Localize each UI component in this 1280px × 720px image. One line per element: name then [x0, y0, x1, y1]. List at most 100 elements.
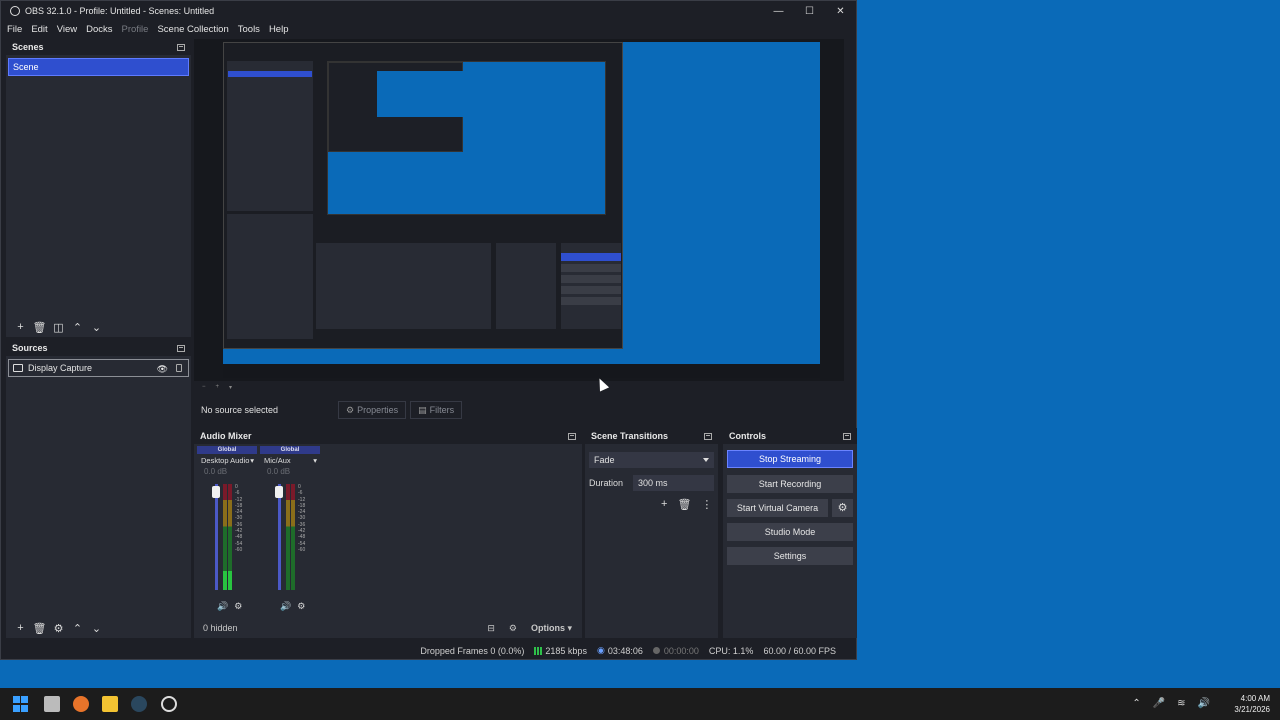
- remove-scene-button[interactable]: 🗑: [31, 321, 48, 334]
- lock-icon[interactable]: [176, 364, 182, 372]
- bitrate-indicator: 2185 kbps: [534, 646, 587, 656]
- mute-speaker-icon[interactable]: 🔊: [217, 601, 228, 612]
- menu-help[interactable]: Help: [269, 24, 289, 35]
- virtual-camera-settings-gear-icon[interactable]: ⚙: [832, 499, 853, 517]
- monitor-icon: [13, 364, 23, 372]
- mixer-options-button[interactable]: Options ▾: [531, 623, 572, 634]
- channel-name[interactable]: Desktop Audio ▾: [197, 454, 257, 465]
- scale-tick: -48: [298, 534, 306, 541]
- channel-settings-gear-icon[interactable]: ⚙: [297, 601, 305, 612]
- channel-global-badge: Global: [197, 446, 257, 454]
- channel-volume-db: 0.0 dB: [267, 467, 291, 476]
- move-source-down-button[interactable]: ⌄: [88, 622, 105, 635]
- scale-dropdown-chevron-icon[interactable]: ▾: [229, 384, 232, 391]
- undock-icon[interactable]: [177, 344, 185, 352]
- microphone-icon[interactable]: 🎤: [1153, 698, 1165, 709]
- zoom-in-button[interactable]: +: [216, 384, 220, 390]
- firefox-icon[interactable]: [73, 696, 89, 712]
- windows-start-icon[interactable]: [13, 696, 29, 712]
- status-bar: Dropped Frames 0 (0.0%) 2185 kbps ◉ 03:48…: [1, 641, 858, 660]
- scenes-title: Scenes: [12, 42, 44, 52]
- clock-date: 3/21/2026: [1234, 705, 1270, 714]
- volume-slider-knob[interactable]: [275, 486, 283, 498]
- volume-meter: 0 -6 -12 -18 -24 -30 -36 -42 -48 -54 -60: [274, 484, 314, 594]
- volume-slider-track[interactable]: [278, 484, 281, 590]
- nested-taskbar: [223, 364, 820, 378]
- task-view-icon[interactable]: [44, 696, 60, 712]
- hidden-count: 0 hidden: [203, 623, 238, 633]
- wifi-icon[interactable]: ≋: [1177, 698, 1185, 709]
- menu-edit[interactable]: Edit: [31, 24, 47, 35]
- remove-source-button[interactable]: 🗑: [31, 622, 48, 635]
- maximize-button[interactable]: ☐: [794, 1, 825, 21]
- mixer-channel-desktop-audio: Global Desktop Audio ▾ 0.0 dB 0 -6 -12 -…: [197, 446, 257, 616]
- chevron-down-icon: [703, 458, 709, 462]
- move-scene-up-button[interactable]: ⌃: [69, 321, 86, 334]
- title-bar[interactable]: OBS 32.1.0 - Profile: Untitled - Scenes:…: [1, 1, 856, 21]
- undock-icon[interactable]: [843, 432, 851, 440]
- settings-button[interactable]: Settings: [727, 547, 853, 565]
- chevron-down-icon[interactable]: ▾: [313, 456, 317, 465]
- stop-streaming-button[interactable]: Stop Streaming: [727, 450, 853, 468]
- file-explorer-icon[interactable]: [102, 696, 118, 712]
- mute-speaker-icon[interactable]: 🔊: [280, 601, 291, 612]
- steam-icon[interactable]: [131, 696, 147, 712]
- volume-slider-track[interactable]: [215, 484, 218, 590]
- undock-icon[interactable]: [704, 432, 712, 440]
- start-recording-button[interactable]: Start Recording: [727, 475, 853, 493]
- minimize-button[interactable]: —: [763, 1, 794, 21]
- add-scene-button[interactable]: +: [12, 321, 29, 333]
- advanced-audio-icon[interactable]: ⚙: [509, 623, 517, 634]
- visibility-eye-icon[interactable]: 👁: [157, 364, 168, 375]
- close-button[interactable]: ✕: [825, 1, 856, 21]
- source-properties-gear-icon[interactable]: ⚙: [50, 622, 67, 635]
- speaker-icon[interactable]: 🔊: [1198, 698, 1210, 709]
- scene-filters-button[interactable]: ◫: [50, 321, 67, 334]
- source-list-item[interactable]: Display Capture 👁: [8, 359, 189, 377]
- channel-name[interactable]: Mic/Aux ▾: [260, 454, 320, 465]
- options-label: Options: [530, 622, 565, 633]
- menu-file[interactable]: File: [7, 24, 22, 35]
- duration-spinbox[interactable]: 300 ms: [633, 475, 714, 491]
- chevron-down-icon[interactable]: ▾: [250, 456, 254, 465]
- stream-broadcast-icon: ◉: [596, 645, 605, 655]
- system-tray: ⌃ 🎤 ≋ 🔊: [1132, 698, 1210, 709]
- controls-header: Controls: [723, 428, 857, 444]
- move-scene-down-button[interactable]: ⌄: [88, 321, 105, 334]
- menu-scene-collection[interactable]: Scene Collection: [157, 24, 228, 35]
- scale-tick: -60: [298, 546, 306, 553]
- stream-time: 03:48:06: [607, 645, 643, 656]
- channel-name-label: Mic/Aux: [264, 456, 291, 465]
- taskbar-clock[interactable]: 4:00 AM 3/21/2026: [1234, 693, 1270, 715]
- remove-transition-button[interactable]: 🗑: [677, 498, 691, 511]
- undock-icon[interactable]: [568, 432, 576, 440]
- transition-menu-kebab-icon[interactable]: ⋮: [701, 498, 712, 511]
- volume-slider-knob[interactable]: [212, 486, 220, 498]
- scenes-toolbar: + 🗑 ◫ ⌃ ⌄: [6, 317, 191, 337]
- duration-value: 300 ms: [638, 478, 668, 488]
- menu-tools[interactable]: Tools: [238, 24, 260, 35]
- layout-toggle-icon[interactable]: ⊟: [487, 623, 495, 634]
- record-time: 00:00:00: [663, 645, 699, 656]
- sources-toolbar: + 🗑 ⚙ ⌃ ⌄: [6, 618, 191, 638]
- move-source-up-button[interactable]: ⌃: [69, 622, 86, 635]
- preview-canvas[interactable]: [194, 39, 844, 381]
- menu-view[interactable]: View: [57, 24, 77, 35]
- scale-tick: -60: [235, 546, 243, 553]
- start-virtual-camera-button[interactable]: Start Virtual Camera: [727, 499, 828, 517]
- studio-mode-button[interactable]: Studio Mode: [727, 523, 853, 541]
- menu-docks[interactable]: Docks: [86, 24, 112, 35]
- scene-list-item[interactable]: Scene: [8, 58, 189, 76]
- channel-settings-gear-icon[interactable]: ⚙: [234, 601, 242, 612]
- obs-taskbar-icon[interactable]: [161, 696, 177, 712]
- scenes-dock: Scenes Scene + 🗑 ◫ ⌃ ⌄: [6, 39, 191, 337]
- transition-select[interactable]: Fade: [589, 452, 714, 468]
- tray-overflow-chevron-icon[interactable]: ⌃: [1132, 698, 1140, 709]
- controls-dock: Controls Stop Streaming Start Recording …: [723, 428, 857, 638]
- add-source-button[interactable]: +: [12, 622, 29, 634]
- undock-icon[interactable]: [177, 43, 185, 51]
- level-meter-right: [228, 484, 232, 590]
- zoom-out-button[interactable]: −: [202, 384, 206, 390]
- sources-dock-header: Sources: [6, 340, 191, 356]
- add-transition-button[interactable]: +: [661, 498, 667, 511]
